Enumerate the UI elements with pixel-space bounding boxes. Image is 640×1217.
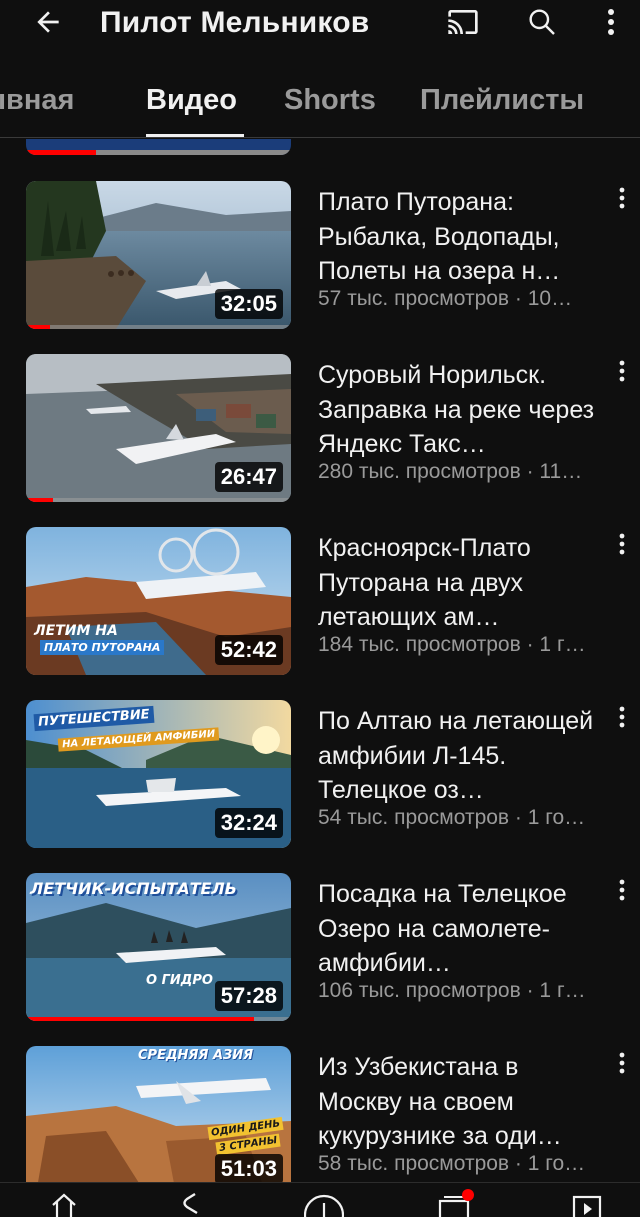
video-meta: 57 тыс. просмотров · 10… bbox=[318, 287, 573, 310]
library-icon bbox=[572, 1195, 602, 1217]
video-thumbnail[interactable]: ПУТЕШЕСТВИЕ НА ЛЕТАЮЩЕЙ АМФИБИИ 32:24 bbox=[26, 700, 291, 848]
thumbnail-overlay-text: ЛЕТЧИК-ИСПЫТАТЕЛЬ bbox=[30, 879, 237, 898]
video-thumbnail[interactable]: ЛЕТЧИК-ИСПЫТАТЕЛЬ О ГИДРО 57:28 bbox=[26, 873, 291, 1021]
search-button[interactable] bbox=[524, 4, 560, 40]
video-more-button[interactable] bbox=[612, 879, 632, 909]
video-more-button[interactable] bbox=[612, 706, 632, 736]
channel-tabs: ıвная Видео Shorts Плейлисты bbox=[0, 74, 640, 138]
more-vertical-icon bbox=[619, 1052, 625, 1074]
watch-progress-bar bbox=[26, 325, 50, 329]
video-meta: 184 тыс. просмотров · 1 г… bbox=[318, 633, 586, 656]
video-more-button[interactable] bbox=[612, 533, 632, 563]
watch-progress-bar bbox=[26, 1017, 254, 1021]
video-duration: 51:03 bbox=[214, 1154, 283, 1182]
video-item[interactable]: 32:05 Плато Путорана: Рыбалка, Водопады,… bbox=[0, 181, 640, 331]
thumbnail-overlay-text: ЛЕТИМ НА bbox=[34, 623, 118, 639]
nav-shorts[interactable] bbox=[172, 1191, 212, 1217]
watch-progress-bar bbox=[26, 498, 53, 502]
video-item[interactable]: ЛЕТЧИК-ИСПЫТАТЕЛЬ О ГИДРО 57:28 Посадка … bbox=[0, 873, 640, 1023]
video-thumbnail[interactable]: СРЕДНЯЯ АЗИЯ ОДИН ДЕНЬ 3 СТРАНЫ 51:03 bbox=[26, 1046, 291, 1182]
video-list: 32:05 Плато Путорана: Рыбалка, Водопады,… bbox=[0, 139, 640, 1182]
top-app-bar: Пилот Мельников bbox=[0, 0, 640, 48]
watch-progress-track bbox=[26, 498, 291, 502]
home-icon bbox=[52, 1193, 76, 1217]
thumbnail-overlay-text: СРЕДНЯЯ АЗИЯ bbox=[138, 1048, 254, 1063]
video-item[interactable]: 26:47 Суровый Норильск. Заправка на реке… bbox=[0, 354, 640, 504]
tab-videos[interactable]: Видео bbox=[146, 84, 237, 117]
thumbnail-overlay-text: О ГИДРО bbox=[146, 973, 213, 988]
cast-button[interactable] bbox=[444, 4, 482, 40]
search-icon bbox=[529, 9, 555, 35]
video-meta: 54 тыс. просмотров · 1 го… bbox=[318, 806, 586, 829]
video-title[interactable]: Суровый Норильск. Заправка на реке через… bbox=[318, 358, 603, 462]
more-vertical-icon bbox=[619, 879, 625, 901]
more-vertical-icon bbox=[619, 360, 625, 382]
shorts-icon bbox=[183, 1192, 198, 1215]
video-meta: 106 тыс. просмотров · 1 г… bbox=[318, 979, 586, 1002]
video-item[interactable]: СРЕДНЯЯ АЗИЯ ОДИН ДЕНЬ 3 СТРАНЫ 51:03 Из… bbox=[0, 1046, 640, 1182]
channel-title: Пилот Мельников bbox=[100, 6, 370, 39]
video-title[interactable]: Посадка на Телецкое Озеро на самолете-ам… bbox=[318, 877, 603, 981]
tab-home[interactable]: ıвная bbox=[0, 84, 74, 117]
video-more-button[interactable] bbox=[612, 360, 632, 390]
more-vertical-icon bbox=[619, 706, 625, 728]
more-vertical-icon bbox=[619, 187, 625, 209]
back-button[interactable] bbox=[30, 4, 66, 40]
arrow-left-icon bbox=[37, 11, 59, 33]
video-thumbnail[interactable]: 32:05 bbox=[26, 181, 291, 329]
video-title[interactable]: Из Узбекистана в Москву на своем кукуруз… bbox=[318, 1050, 603, 1154]
more-vertical-icon bbox=[608, 9, 614, 35]
video-item[interactable]: ЛЕТИМ НА ПЛАТО ПУТОРАНА 52:42 Красноярск… bbox=[0, 527, 640, 677]
video-duration: 52:42 bbox=[214, 635, 283, 665]
video-duration: 26:47 bbox=[214, 462, 283, 492]
video-more-button[interactable] bbox=[612, 1052, 632, 1082]
watch-progress-track bbox=[26, 325, 291, 329]
cast-icon bbox=[448, 10, 478, 34]
thumbnail-overlay-text: ПЛАТО ПУТОРАНА bbox=[40, 640, 165, 655]
video-title[interactable]: По Алтаю на летающей амфибии Л-145. Теле… bbox=[318, 704, 603, 808]
notification-dot bbox=[462, 1189, 474, 1201]
video-meta: 58 тыс. просмотров · 1 го… bbox=[318, 1152, 586, 1175]
video-title[interactable]: Плато Путорана: Рыбалка, Водопады, Полет… bbox=[318, 185, 603, 289]
active-tab-indicator bbox=[146, 134, 244, 137]
more-options-button[interactable] bbox=[596, 4, 626, 40]
nav-create[interactable] bbox=[304, 1191, 344, 1217]
video-duration: 57:28 bbox=[214, 981, 283, 1011]
video-title[interactable]: Красноярск-Плато Путорана на двух летающ… bbox=[318, 531, 603, 635]
nav-library[interactable] bbox=[566, 1191, 606, 1217]
bottom-navigation bbox=[0, 1182, 640, 1217]
create-icon bbox=[304, 1194, 344, 1217]
video-item[interactable]: ПУТЕШЕСТВИЕ НА ЛЕТАЮЩЕЙ АМФИБИИ 32:24 По… bbox=[0, 700, 640, 850]
video-duration: 32:05 bbox=[214, 289, 283, 319]
tab-shorts[interactable]: Shorts bbox=[284, 84, 376, 117]
video-meta: 280 тыс. просмотров · 11… bbox=[318, 460, 583, 483]
tab-playlists[interactable]: Плейлисты bbox=[420, 84, 584, 117]
video-duration: 32:24 bbox=[214, 808, 283, 838]
more-vertical-icon bbox=[619, 533, 625, 555]
video-thumbnail[interactable]: ЛЕТИМ НА ПЛАТО ПУТОРАНА 52:42 bbox=[26, 527, 291, 675]
video-thumbnail[interactable]: 26:47 bbox=[26, 354, 291, 502]
nav-home[interactable] bbox=[44, 1191, 84, 1217]
video-more-button[interactable] bbox=[612, 187, 632, 217]
